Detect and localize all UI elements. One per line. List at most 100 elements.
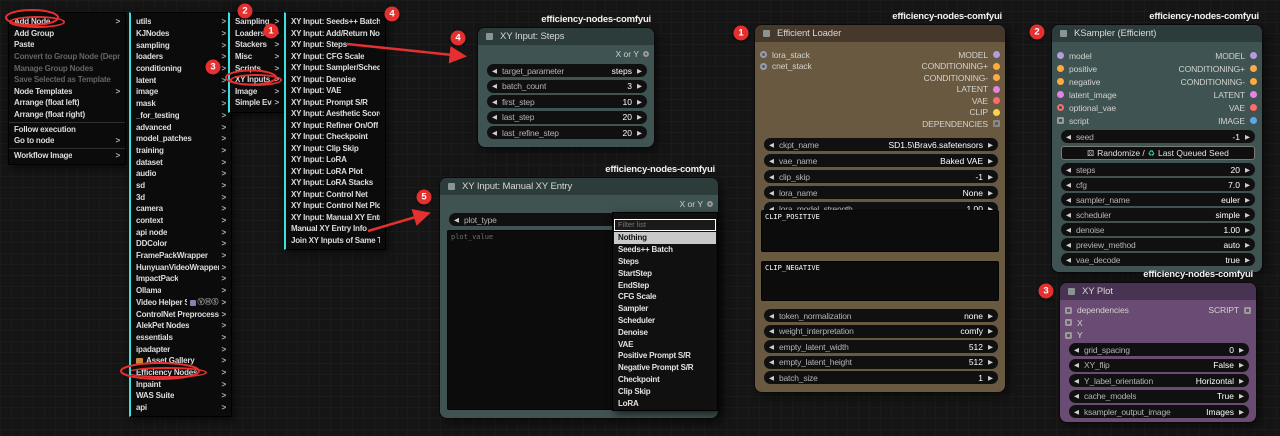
menu-item[interactable]: FramePackWrapper > [131,250,231,262]
collapse-icon[interactable] [486,33,493,40]
node-title-bar[interactable]: XY Input: Steps [478,28,654,45]
input-slot-dot[interactable] [1065,307,1072,314]
menu-item[interactable]: Add Group [9,28,125,40]
input-slot-dot[interactable] [1057,91,1064,98]
node-title-bar[interactable]: XY Input: Manual XY Entry [440,178,718,195]
widget-row[interactable]: ◀ denoise 1.00 ▶ [1061,223,1255,236]
output-slot-dot[interactable] [1250,78,1257,85]
decrement-arrow-icon[interactable]: ◀ [1066,181,1071,189]
widget-row[interactable]: ◀ steps 20 ▶ [1061,163,1255,176]
menu-item[interactable]: Join XY Inputs of Same Type [286,235,385,247]
menu-item[interactable]: latent > [131,74,231,86]
menu-item[interactable]: KJNodes > [131,28,231,40]
menu-item[interactable]: DDColor > [131,238,231,250]
increment-arrow-icon[interactable]: ▶ [1239,408,1244,416]
output-slot-dot[interactable] [993,120,1000,127]
dropdown-item[interactable]: Clip Skip [614,385,716,397]
widget-row[interactable]: ◀ vae_decode true ▶ [1061,253,1255,266]
menu-item[interactable]: XY Input: LoRA Stacks [286,177,385,189]
menu-item[interactable]: XY Inputs > [230,74,284,86]
menu-item[interactable]: Misc > [230,51,284,63]
input-slot[interactable]: latent_image [1057,88,1116,101]
menu-item[interactable]: XY Input: CFG Scale [286,51,385,63]
output-x-or-y[interactable]: X or Y [616,49,649,59]
menu-item[interactable]: essentials > [131,332,231,344]
menu-item[interactable]: Workflow Image > [9,150,125,162]
output-slot-dot[interactable] [1250,91,1257,98]
increment-arrow-icon[interactable]: ▶ [1245,211,1250,219]
output-slot-dot[interactable] [1250,52,1257,59]
menu-item[interactable]: model_patches > [131,133,231,145]
collapse-icon[interactable] [1060,30,1067,37]
decrement-arrow-icon[interactable]: ◀ [769,173,774,181]
menu-item[interactable]: 3d > [131,191,231,203]
increment-arrow-icon[interactable]: ▶ [988,374,993,382]
menu-item[interactable]: context > [131,215,231,227]
menu-item[interactable]: Arrange (float left) [9,97,125,109]
menu-item[interactable]: Save Selected as Template [9,74,125,86]
node-title-bar[interactable]: KSampler (Efficient) [1052,25,1262,42]
decrement-arrow-icon[interactable]: ◀ [1066,133,1071,141]
output-slot-dot[interactable] [1250,65,1257,72]
input-slot[interactable]: model [1057,49,1116,62]
menu-item[interactable]: Paste [9,39,125,51]
menu-item[interactable]: Efficiency Nodes > [131,367,231,379]
input-slot[interactable]: positive [1057,62,1116,75]
input-slot[interactable]: optional_vae [1057,101,1116,114]
increment-arrow-icon[interactable]: ▶ [1239,392,1244,400]
dropdown-item[interactable]: Denoise [614,326,716,338]
menu-item[interactable]: XY Input: Denoise [286,74,385,86]
menu-item[interactable]: Loaders > [230,28,284,40]
menu-item[interactable]: Scripts > [230,62,284,74]
menu-item[interactable]: utils > [131,16,231,28]
output-slot[interactable]: SCRIPT [1208,304,1251,317]
increment-arrow-icon[interactable]: ▶ [1245,181,1250,189]
input-slot-dot[interactable] [1057,117,1064,124]
input-slot[interactable]: lora_stack [760,49,812,61]
output-slot[interactable]: CONDITIONING+ [1179,62,1257,75]
menu-item[interactable]: XY Input: Sampler/Scheduler [286,62,385,74]
menu-item[interactable]: XY Input: Manual XY Entry [286,212,385,224]
input-slot[interactable]: negative [1057,75,1116,88]
output-slot[interactable]: CONDITIONING- [922,72,1000,84]
decrement-arrow-icon[interactable]: ◀ [769,327,774,335]
widget-row[interactable]: ◀ scheduler simple ▶ [1061,208,1255,221]
menu-item[interactable]: XY Input: Aesthetic Score [286,108,385,120]
menu-item[interactable]: Manual XY Entry Info [286,223,385,235]
increment-arrow-icon[interactable]: ▶ [637,129,642,137]
increment-arrow-icon[interactable]: ▶ [637,82,642,90]
dropdown-item[interactable]: Steps [614,256,716,268]
menu-item[interactable]: Convert to Group Node (Deprecated) [9,51,125,63]
output-x-or-y[interactable]: X or Y [680,199,713,209]
clip-positive-textarea[interactable]: CLIP_POSITIVE [761,210,999,252]
menu-item[interactable]: XY Input: Control Net Plot [286,200,385,212]
output-slot[interactable]: MODEL [922,49,1000,61]
output-slot[interactable]: IMAGE [1179,114,1257,127]
increment-arrow-icon[interactable]: ▶ [1245,166,1250,174]
output-slot[interactable]: MODEL [1179,49,1257,62]
menu-item[interactable]: image > [131,86,231,98]
menu-item[interactable]: api > [131,402,231,414]
output-slot-dot[interactable] [1244,307,1251,314]
output-slot[interactable]: LATENT [1179,88,1257,101]
widget-row[interactable]: ◀ lora_name None ▶ [764,186,998,199]
input-slot-dot[interactable] [1057,78,1064,85]
menu-item[interactable]: conditioning > [131,63,231,75]
decrement-arrow-icon[interactable]: ◀ [769,343,774,351]
menu-item[interactable]: XY Input: Checkpoint [286,131,385,143]
decrement-arrow-icon[interactable]: ◀ [1074,361,1079,369]
input-slot-dot[interactable] [760,63,767,70]
increment-arrow-icon[interactable]: ▶ [1245,226,1250,234]
decrement-arrow-icon[interactable]: ◀ [492,113,497,121]
menu-item[interactable]: Manage Group Nodes [9,62,125,74]
output-slot-dot[interactable] [993,86,1000,93]
menu-item[interactable]: audio > [131,168,231,180]
randomize-seed-button[interactable]: ⚄ Randomize / ♻ Last Queued Seed [1061,146,1255,160]
input-slot-dot[interactable] [1065,319,1072,326]
decrement-arrow-icon[interactable]: ◀ [492,67,497,75]
increment-arrow-icon[interactable]: ▶ [988,327,993,335]
decrement-arrow-icon[interactable]: ◀ [492,98,497,106]
widget-row[interactable]: ◀ vae_name Baked VAE ▶ [764,154,998,167]
node-xy-input-steps[interactable]: efficiency-nodes-comfyui XY Input: Steps… [478,28,654,147]
node-title-bar[interactable]: Efficient Loader [755,25,1005,42]
